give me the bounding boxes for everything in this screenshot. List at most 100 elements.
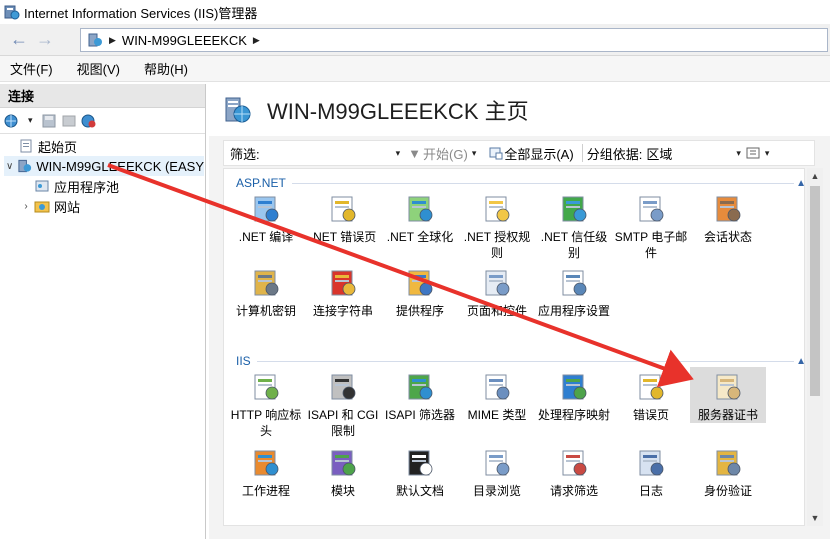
feature-default-document[interactable]: 默认文档: [382, 443, 458, 499]
feature-authentication[interactable]: 身份验证: [690, 443, 766, 499]
feature-modules[interactable]: 模块: [305, 443, 381, 499]
expand-icon[interactable]: ›: [20, 201, 32, 212]
tree-item-start-page[interactable]: 起始页: [18, 136, 77, 156]
connections-header: 连接: [0, 84, 205, 108]
tree-item-server[interactable]: ∨ WIN-M99GLEEEKCK (EASY: [4, 156, 204, 176]
machine-key-icon: [254, 270, 279, 296]
up-level-icon[interactable]: [61, 113, 77, 129]
directory-browsing-icon: [485, 450, 510, 476]
address-path-box[interactable]: ▶ WIN-M99GLEEEKCK ▶: [80, 28, 828, 52]
feature-connection-string[interactable]: 连接字符串: [305, 263, 381, 319]
scroll-down-icon[interactable]: ▼: [807, 510, 823, 526]
error-pages-icon: [639, 374, 664, 400]
server-icon: [88, 33, 102, 47]
app-pool-icon: [35, 180, 49, 192]
scrollbar-thumb[interactable]: [810, 186, 820, 396]
breadcrumb-server[interactable]: WIN-M99GLEEEKCK: [122, 33, 247, 48]
feature-worker-process[interactable]: 工作进程: [228, 443, 304, 499]
feature-pages-controls[interactable]: 页面和控件: [459, 263, 535, 319]
mime-types-icon: [485, 374, 510, 400]
iis-manager-window: Internet Information Services (IIS)管理器 ←…: [0, 0, 830, 539]
group-by-label: 分组依据:: [586, 146, 643, 162]
page-header: WIN-M99GLEEEKCK 主页: [209, 84, 830, 136]
feature-machine-key[interactable]: 计算机密钥: [228, 263, 304, 319]
feature-handler-mappings[interactable]: 处理程序映射: [536, 367, 612, 423]
server-icon: [18, 159, 32, 173]
features-content: ASP.NET ▲ .NET 编译 .NET 错误页 .NET 全球化 .NET 授权规则…: [223, 168, 805, 526]
save-icon[interactable]: [41, 113, 57, 129]
filter-input[interactable]: [265, 144, 392, 162]
tree-item-label: WIN-M99GLEEEKCK (EASY: [36, 158, 204, 174]
feature-trust-level[interactable]: .NET 信任级别: [536, 189, 612, 261]
feature-request-filtering[interactable]: 请求筛选: [536, 443, 612, 499]
feature-label: 计算机密钥: [235, 304, 296, 318]
modules-icon: [331, 450, 356, 476]
feature-session-state[interactable]: 会话状态: [690, 189, 766, 245]
view-mode-dropdown-icon[interactable]: ▾: [765, 148, 770, 159]
net-compile-icon: [254, 196, 279, 222]
feature-isapi-cgi[interactable]: ISAPI 和 CGI 限制: [305, 367, 381, 439]
go-button[interactable]: ▼ 开始(G) ▾: [408, 144, 480, 163]
feature-label: 模块: [330, 484, 355, 498]
feature-smtp-email[interactable]: SMTP 电子邮件: [613, 189, 689, 261]
tree-item-app-pools[interactable]: 应用程序池: [34, 176, 119, 196]
show-all-button[interactable]: 全部显示(A): [488, 144, 574, 163]
feature-lock-document[interactable]: .NET 授权规则: [459, 189, 535, 261]
http-headers-icon: [254, 374, 279, 400]
lock-document-icon: [485, 196, 510, 222]
menu-bar: 文件(F) 视图(V) 帮助(H): [0, 56, 830, 82]
group-by-select[interactable]: 区域: [642, 144, 732, 163]
app-settings-icon: [562, 270, 587, 296]
isapi-cgi-icon: [331, 374, 356, 400]
collapse-icon[interactable]: ∨: [4, 161, 15, 172]
session-state-icon: [716, 196, 741, 222]
feature-label: 工作进程: [241, 484, 290, 498]
feature-label: 目录浏览: [472, 484, 521, 498]
feature-label: 页面和控件: [466, 304, 527, 318]
back-button[interactable]: ←: [6, 29, 32, 51]
worker-process-icon: [254, 450, 279, 476]
feature-label: ISAPI 筛选器: [384, 408, 455, 422]
feature-error-page-404[interactable]: .NET 错误页: [305, 189, 381, 245]
vertical-scrollbar[interactable]: ▲ ▼: [807, 168, 823, 526]
smtp-email-icon: [639, 196, 664, 222]
group-divider: [256, 360, 794, 362]
show-all-icon: [489, 147, 503, 160]
feature-label: .NET 全球化: [386, 230, 454, 244]
feature-http-headers[interactable]: HTTP 响应标头: [228, 367, 304, 439]
tree-item-label: 网站: [54, 199, 81, 215]
tree-item-sites[interactable]: › 网站: [20, 196, 80, 216]
connections-toolbar: ▾: [0, 108, 205, 134]
connect-dropdown-icon[interactable]: ▾: [28, 115, 33, 126]
feature-app-settings[interactable]: 应用程序设置: [536, 263, 612, 319]
feature-mime-types[interactable]: MIME 类型: [459, 367, 535, 423]
error-page-404-icon: [331, 196, 356, 222]
feature-server-certificate[interactable]: 服务器证书: [690, 367, 766, 423]
scroll-up-icon[interactable]: ▲: [807, 168, 823, 184]
menu-file[interactable]: 文件(F): [8, 57, 55, 80]
forward-button[interactable]: →: [32, 29, 58, 51]
connection-string-icon: [331, 270, 356, 296]
feature-isapi-filter[interactable]: ISAPI 筛选器: [382, 367, 458, 423]
feature-providers[interactable]: 提供程序: [382, 263, 458, 319]
group-collapse-icon[interactable]: ▲: [796, 356, 804, 367]
back-arrow-icon: ←: [10, 29, 28, 49]
feature-globe[interactable]: .NET 全球化: [382, 189, 458, 245]
toolbar-separator: [581, 144, 583, 162]
delete-connection-icon[interactable]: [81, 113, 97, 129]
view-mode-icon[interactable]: [745, 145, 761, 161]
server-globe-icon: [225, 97, 251, 123]
feature-error-pages[interactable]: 错误页: [613, 367, 689, 423]
feature-directory-browsing[interactable]: 目录浏览: [459, 443, 535, 499]
group-label: IIS: [236, 354, 251, 368]
request-filtering-icon: [562, 450, 587, 476]
filter-dropdown-icon[interactable]: ▾: [396, 148, 401, 159]
group-by-dropdown-icon[interactable]: ▾: [736, 148, 741, 159]
feature-net-compile[interactable]: .NET 编译: [228, 189, 304, 245]
connect-globe-icon[interactable]: [4, 113, 20, 129]
menu-help[interactable]: 帮助(H): [142, 57, 190, 80]
group-collapse-icon[interactable]: ▲: [796, 178, 804, 189]
feature-logging[interactable]: 日志: [613, 443, 689, 499]
breadcrumb-chevron-icon[interactable]: ▶: [253, 35, 260, 46]
menu-view[interactable]: 视图(V): [75, 57, 122, 80]
